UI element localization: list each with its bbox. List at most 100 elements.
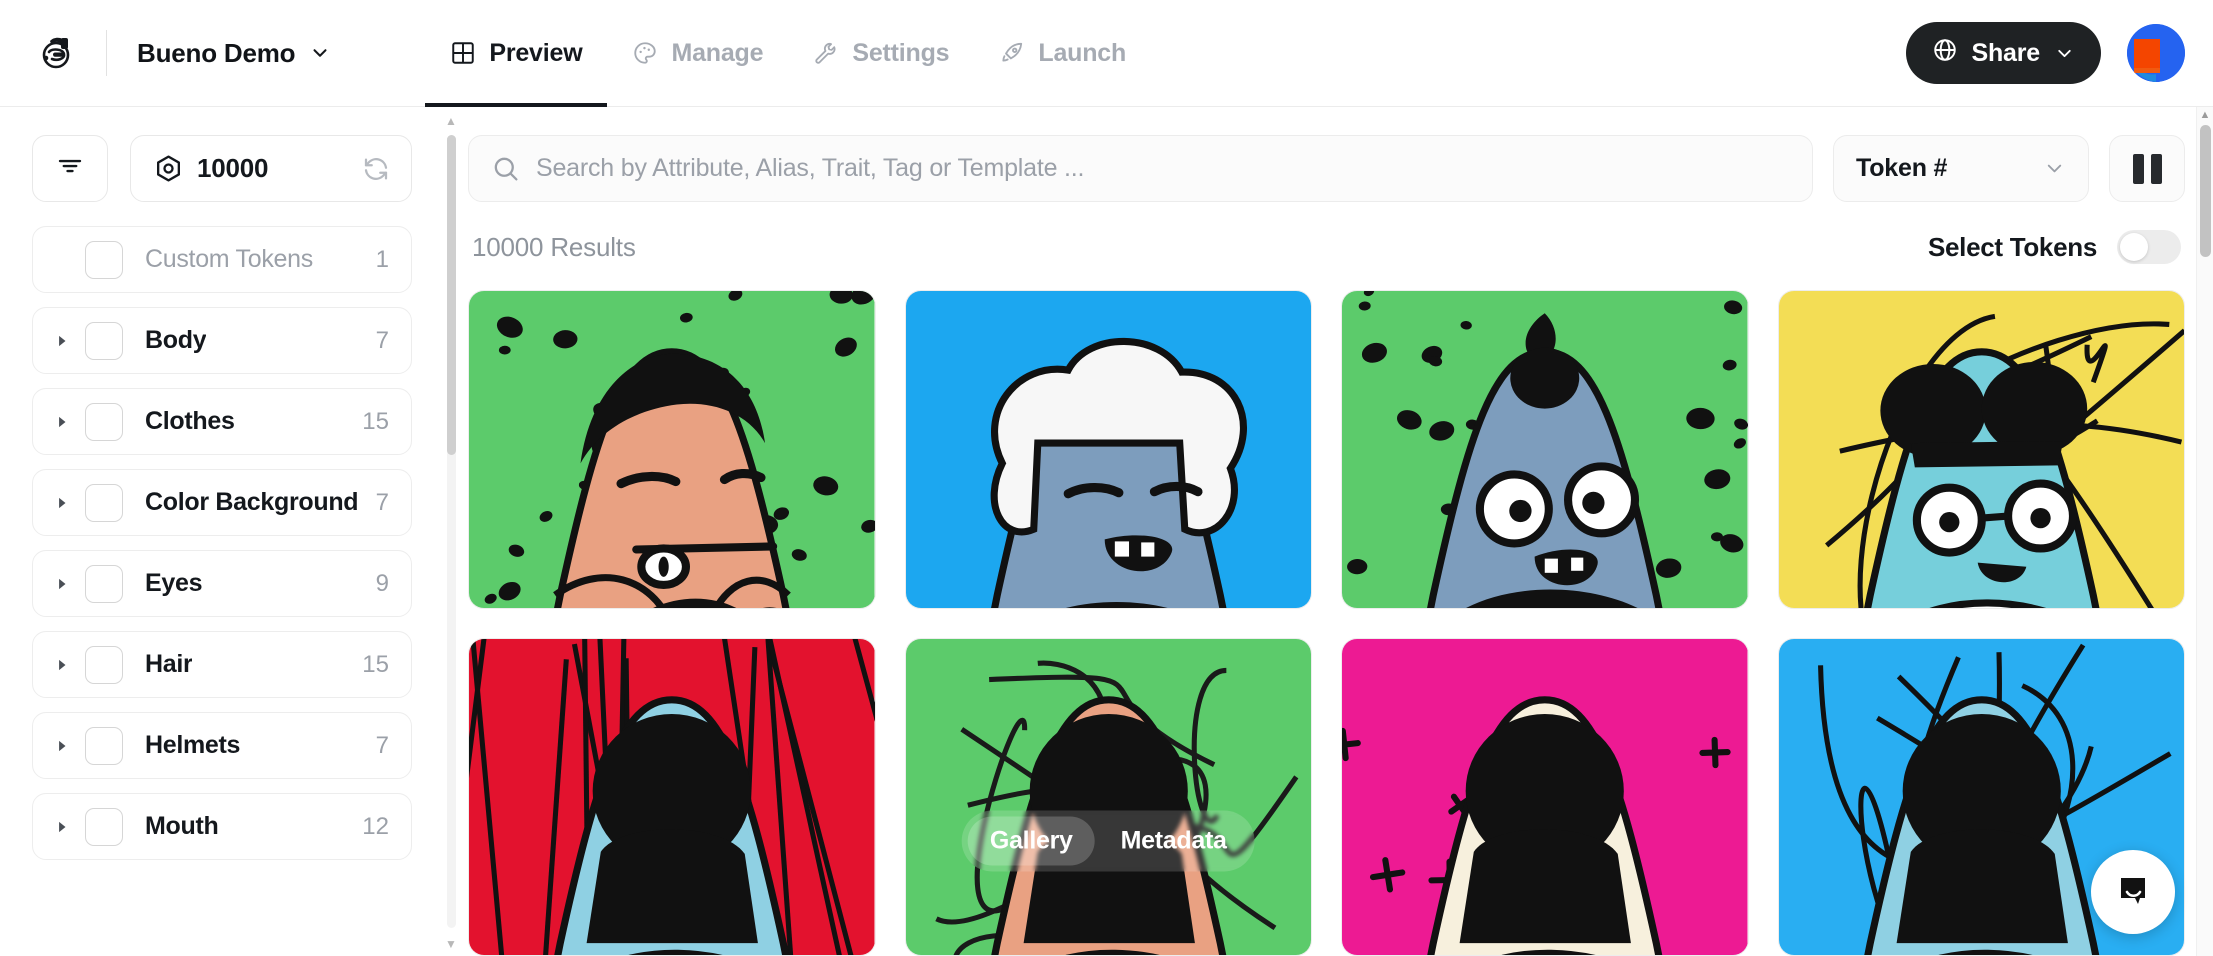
attribute-label: Eyes bbox=[145, 569, 203, 597]
sidebar-filter-row: 10000 bbox=[32, 135, 440, 202]
scrollbar-thumb[interactable] bbox=[446, 135, 456, 455]
chevron-down-icon bbox=[309, 42, 331, 64]
scroll-down-arrow[interactable]: ▼ bbox=[445, 930, 457, 956]
palette-icon bbox=[632, 40, 658, 66]
attribute-label: Clothes bbox=[145, 407, 235, 435]
refresh-icon[interactable] bbox=[361, 154, 391, 184]
attribute-checkbox[interactable] bbox=[85, 321, 123, 360]
gallery-metadata-toggle[interactable]: Gallery Metadata bbox=[961, 810, 1255, 872]
token-card[interactable]: Bueno Demo #3 bbox=[1341, 290, 1749, 609]
tab-manage[interactable]: Manage bbox=[607, 0, 788, 107]
globe-icon bbox=[1932, 37, 1958, 70]
search-box[interactable] bbox=[468, 135, 1813, 202]
wrench-icon bbox=[813, 40, 839, 66]
attributes-sidebar: 10000 Custom Tokens 1 Body 7 Clothes 15 Color … bbox=[0, 107, 440, 956]
attribute-count: 7 bbox=[375, 326, 389, 354]
token-artwork bbox=[1778, 291, 2184, 608]
caret-right-icon[interactable] bbox=[55, 820, 75, 834]
tab-preview-label: Preview bbox=[489, 38, 583, 67]
project-name: Bueno Demo bbox=[137, 37, 296, 68]
hover-option-gallery[interactable]: Gallery bbox=[967, 816, 1095, 866]
attribute-label: Color Background bbox=[145, 488, 359, 516]
attribute-label: Hair bbox=[145, 650, 193, 678]
nav-right-actions: Share bbox=[1905, 22, 2185, 84]
attribute-label: Helmets bbox=[145, 731, 241, 759]
sidebar-attribute-clothes[interactable]: Clothes 15 bbox=[32, 388, 412, 455]
tab-settings[interactable]: Settings bbox=[788, 0, 974, 107]
chat-support-button[interactable] bbox=[2091, 850, 2175, 934]
filter-icon bbox=[55, 151, 85, 186]
sort-select-label: Token # bbox=[1856, 154, 1948, 182]
tab-preview[interactable]: Preview bbox=[425, 0, 608, 107]
caret-right-icon[interactable] bbox=[55, 658, 75, 672]
select-tokens-toggle[interactable] bbox=[2117, 230, 2181, 264]
attribute-checkbox[interactable] bbox=[85, 483, 123, 522]
user-avatar[interactable] bbox=[2127, 24, 2185, 82]
rocket-icon bbox=[999, 40, 1025, 66]
scrollbar-track[interactable] bbox=[446, 135, 456, 928]
token-artwork bbox=[469, 291, 875, 608]
attribute-count: 7 bbox=[375, 731, 389, 759]
sidebar-attribute-color-background[interactable]: Color Background 7 bbox=[32, 469, 412, 536]
hover-option-metadata[interactable]: Metadata bbox=[1099, 817, 1249, 866]
page-body: 10000 Custom Tokens 1 Body 7 Clothes 15 Color … bbox=[0, 107, 2213, 956]
nav-divider bbox=[106, 30, 107, 76]
sidebar-attribute-custom-tokens[interactable]: Custom Tokens 1 bbox=[32, 226, 412, 293]
caret-right-icon[interactable] bbox=[55, 739, 75, 753]
token-card[interactable]: GalleryMetadataBueno Demo #6 bbox=[904, 637, 1312, 956]
sidebar-attribute-mouth[interactable]: Mouth 12 bbox=[32, 793, 412, 860]
tab-launch[interactable]: Launch bbox=[974, 0, 1151, 107]
caret-right-icon[interactable] bbox=[55, 415, 75, 429]
bueno-mascot-logo[interactable] bbox=[34, 30, 80, 76]
chevron-down-icon bbox=[2054, 43, 2075, 64]
token-card[interactable]: Bueno Demo #2 bbox=[904, 290, 1312, 609]
token-count-box[interactable]: 10000 bbox=[130, 135, 412, 202]
token-artwork bbox=[1342, 291, 1748, 608]
main-tabs: Preview Manage Settings Launch bbox=[425, 0, 1151, 107]
layout-toggle-button[interactable] bbox=[2109, 135, 2185, 202]
caret-right-icon[interactable] bbox=[55, 496, 75, 510]
toggle-knob bbox=[2120, 233, 2148, 261]
search-input[interactable] bbox=[536, 154, 1790, 183]
attribute-checkbox[interactable] bbox=[85, 402, 123, 441]
sidebar-attribute-eyes[interactable]: Eyes 9 bbox=[32, 550, 412, 617]
token-artwork bbox=[905, 291, 1311, 608]
attribute-count: 12 bbox=[362, 812, 389, 840]
chat-bubble-icon bbox=[2111, 868, 2155, 917]
select-tokens-control[interactable]: Select Tokens bbox=[1928, 230, 2181, 264]
sidebar-attribute-helmets[interactable]: Helmets 7 bbox=[32, 712, 412, 779]
token-card[interactable]: Bueno Demo #4 bbox=[1777, 290, 2185, 609]
token-card[interactable]: Bueno Demo #1 bbox=[468, 290, 876, 609]
attribute-count: 15 bbox=[362, 650, 389, 678]
attribute-checkbox[interactable] bbox=[85, 726, 123, 765]
page-scrollbar[interactable]: ▲ bbox=[2196, 107, 2213, 956]
attribute-checkbox[interactable] bbox=[85, 807, 123, 846]
share-button[interactable]: Share bbox=[1905, 22, 2101, 84]
scroll-up-arrow[interactable]: ▲ bbox=[445, 107, 457, 133]
page-scroll-up-arrow[interactable]: ▲ bbox=[2197, 107, 2213, 124]
token-grid: Bueno Demo #1Bueno Demo #2Bueno Demo #3B… bbox=[468, 290, 2185, 956]
sidebar-scrollbar[interactable]: ▲ ▼ bbox=[443, 107, 459, 956]
top-navigation-bar: Bueno Demo Preview Manage Settings Launc… bbox=[0, 0, 2213, 107]
sort-select[interactable]: Token # bbox=[1833, 135, 2089, 202]
token-artwork bbox=[469, 638, 875, 956]
select-tokens-label: Select Tokens bbox=[1927, 231, 2097, 262]
tokens-main-panel: Token # 10000 Results Select Tokens Buen… bbox=[440, 107, 2213, 956]
filter-button[interactable] bbox=[32, 135, 108, 202]
attribute-list: Custom Tokens 1 Body 7 Clothes 15 Color Backgr… bbox=[32, 226, 440, 956]
project-selector[interactable]: Bueno Demo bbox=[137, 38, 331, 69]
attribute-checkbox[interactable] bbox=[85, 645, 123, 684]
page-scrollbar-thumb[interactable] bbox=[2200, 125, 2211, 257]
caret-right-icon[interactable] bbox=[55, 334, 75, 348]
attribute-checkbox[interactable] bbox=[85, 564, 123, 603]
token-artwork: Gallery Metadata bbox=[905, 638, 1311, 956]
token-card[interactable]: Bueno Demo #7 bbox=[1341, 637, 1749, 956]
caret-right-icon[interactable] bbox=[55, 577, 75, 591]
token-artwork bbox=[1342, 638, 1748, 956]
sidebar-attribute-hair[interactable]: Hair 15 bbox=[32, 631, 412, 698]
attribute-checkbox[interactable] bbox=[85, 240, 123, 279]
attribute-count: 1 bbox=[375, 245, 389, 273]
token-card[interactable]: Bueno Demo #5 bbox=[468, 637, 876, 956]
sidebar-attribute-body[interactable]: Body 7 bbox=[32, 307, 412, 374]
share-button-label: Share bbox=[1971, 38, 2041, 67]
